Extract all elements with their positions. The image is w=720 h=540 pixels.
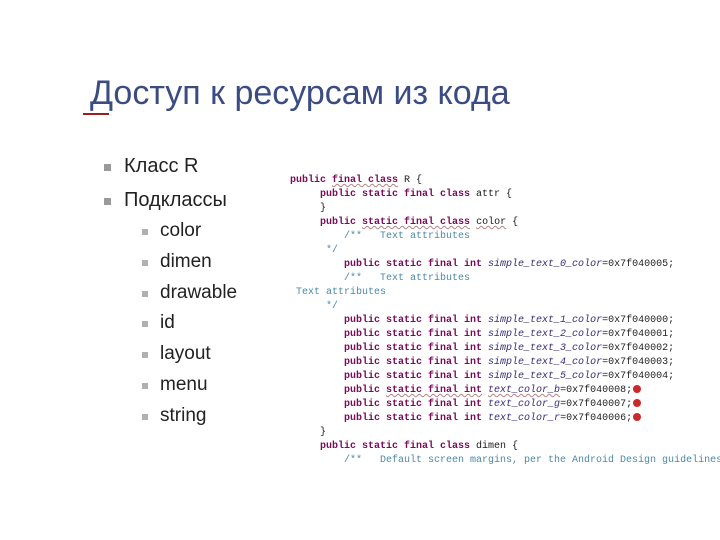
sub-bullet-label: id [160,312,175,333]
sub-bullet-label: drawable [160,282,237,303]
code-text: public static final class [290,189,470,200]
slide: Доступ к ресурсам из кода Класс R Подкла… [0,0,720,540]
sub-bullet-list: color dimen drawable id layout menu stri… [124,220,237,428]
bullet-item: Класс R [100,154,237,178]
code-identifier: text_color_r [488,413,560,424]
code-identifier: simple_text_5_color [488,371,602,382]
code-value: =0x7f040003; [602,357,674,368]
code-text: public [290,385,386,396]
code-value: =0x7f040008; [560,385,632,396]
sub-bullet-label: dimen [160,251,212,272]
sub-bullet-item: menu [124,374,237,397]
code-text: attr { [470,189,512,200]
code-identifier: text_color_g [488,399,560,410]
code-text: public static final int [290,357,488,368]
code-text: } [290,203,326,214]
code-identifier: simple_text_3_color [488,343,602,354]
bullet-label: Подклассы [124,189,227,211]
title-text: Доступ к ресурсам из кода [90,74,510,112]
code-text: public [290,217,362,228]
code-comment: /** Text attributes [290,273,470,284]
code-identifier: simple_text_2_color [488,329,602,340]
code-text: public static final int [290,343,488,354]
breakpoint-icon [633,413,641,421]
code-value: =0x7f040004; [602,371,674,382]
code-text: public static final class [290,441,470,452]
code-comment: /** Text attributes [290,231,470,242]
code-text: final class [332,175,398,186]
code-value: =0x7f040007; [560,399,632,410]
code-snippet: public final class R { public static fin… [290,174,720,468]
title-accent-line [83,113,109,115]
code-identifier: simple_text_0_color [488,259,602,270]
code-text: public static final int [290,329,488,340]
code-text: public static final int [290,399,488,410]
code-value: =0x7f040002; [602,343,674,354]
slide-title: Доступ к ресурсам из кода [90,74,510,113]
sub-bullet-item: dimen [124,251,237,274]
code-text: static final class [362,217,470,228]
code-text: public static final int [290,413,488,424]
code-text: public static final int [290,315,488,326]
breakpoint-icon [633,385,641,393]
sub-bullet-item: string [124,405,237,428]
code-identifier: text_color_b [488,385,560,396]
sub-bullet-item: layout [124,343,237,366]
code-text: public [290,175,332,186]
code-value: =0x7f040000; [602,315,674,326]
content-area: Класс R Подклассы color dimen drawable i… [100,154,237,438]
code-comment: */ [290,245,338,256]
code-text: { [506,217,518,228]
code-identifier: simple_text_1_color [488,315,602,326]
code-value: =0x7f040001; [602,329,674,340]
code-comment: /** Default screen margins, per the Andr… [290,455,720,466]
breakpoint-icon [633,399,641,407]
code-comment: */ [290,301,338,312]
code-value: =0x7f040005; [602,259,674,270]
sub-bullet-label: color [160,220,201,241]
code-text: R { [398,175,422,186]
bullet-label: Класс R [124,155,198,177]
bullet-list: Класс R Подклассы color dimen drawable i… [100,154,237,428]
sub-bullet-item: color [124,220,237,243]
code-value: =0x7f040006; [560,413,632,424]
code-identifier: simple_text_4_color [488,357,602,368]
code-text: dimen { [470,441,518,452]
sub-bullet-label: layout [160,343,211,364]
sub-bullet-item: drawable [124,282,237,305]
bullet-item: Подклассы color dimen drawable id layout… [100,188,237,428]
code-text: color [476,217,506,228]
code-text: static final int [386,385,482,396]
code-text: public static final int [290,371,488,382]
sub-bullet-item: id [124,312,237,335]
sub-bullet-label: string [160,405,206,426]
sub-bullet-label: menu [160,374,208,395]
code-text: } [290,427,326,438]
code-comment: Text attributes [290,287,386,298]
code-text: public static final int [290,259,488,270]
